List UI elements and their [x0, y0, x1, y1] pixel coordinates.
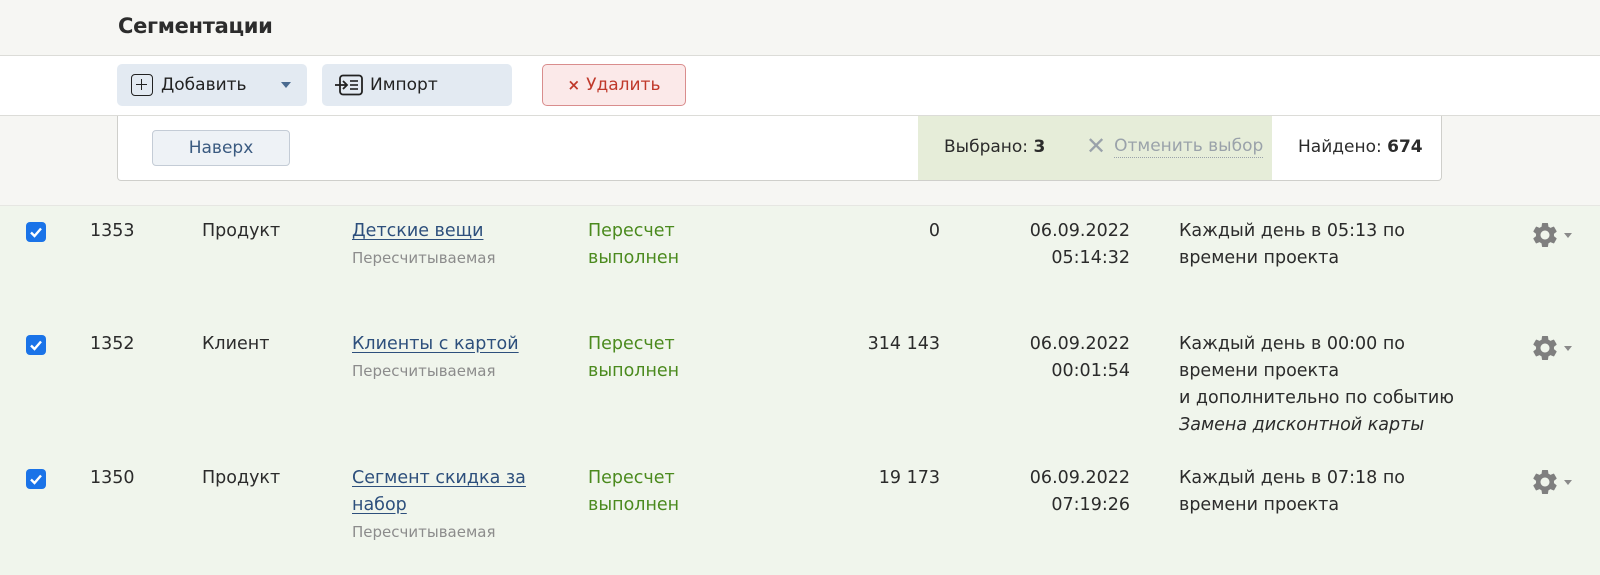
checkbox-checked-icon	[30, 227, 42, 238]
row-settings-button[interactable]	[1530, 218, 1574, 252]
row-settings-button[interactable]	[1530, 331, 1574, 365]
row-date: 06.09.2022	[1029, 221, 1130, 241]
scroll-top-button[interactable]: Наверх	[152, 130, 290, 166]
row-datetime: 06.09.2022 00:01:54	[1030, 331, 1130, 385]
selected-count: 3	[1033, 137, 1046, 157]
schedule-line: Каждый день в 05:13 по	[1179, 221, 1405, 241]
segment-link[interactable]: Сегмент скидка за набор	[352, 468, 526, 515]
row-time: 07:19:26	[1051, 495, 1130, 515]
row-count: 0	[928, 221, 940, 241]
row-name-cell: Детские вещи Пересчитываемая	[352, 218, 552, 271]
delete-button[interactable]: × Удалить	[542, 64, 686, 106]
row-checkbox[interactable]	[26, 222, 46, 242]
row-checkbox[interactable]	[26, 335, 46, 355]
selected-count-text: Выбрано: 3	[944, 137, 1045, 157]
add-dropdown-toggle[interactable]	[273, 64, 299, 106]
segment-kind: Пересчитываемая	[352, 523, 496, 541]
row-name-cell: Клиенты с картой Пересчитываемая	[352, 331, 552, 384]
selected-label: Выбрано:	[944, 137, 1029, 157]
segment-link[interactable]: Клиенты с картой	[352, 334, 519, 354]
found-label: Найдено:	[1298, 137, 1382, 157]
schedule-line: Каждый день в 07:18 по	[1179, 468, 1405, 488]
plus-box-icon	[131, 74, 153, 96]
found-count: 674	[1387, 137, 1423, 157]
gear-icon	[1533, 470, 1557, 494]
schedule-line: времени проекта	[1179, 495, 1340, 515]
add-button[interactable]: Добавить	[117, 64, 307, 106]
checkbox-checked-icon	[30, 340, 42, 351]
row-checkbox[interactable]	[26, 469, 46, 489]
selection-bar: Наверх Выбрано: 3 ✕ Отменить выбор Найде…	[117, 116, 1442, 181]
row-status: Пересчет выполнен	[588, 334, 680, 381]
found-count-text: Найдено: 674	[1298, 137, 1423, 157]
row-schedule: Каждый день в 05:13 по времени проекта	[1179, 218, 1479, 272]
row-status: Пересчет выполнен	[588, 221, 680, 268]
close-icon: ×	[567, 76, 581, 94]
page-header: Сегментации	[0, 0, 1600, 56]
chevron-down-icon	[1564, 345, 1572, 351]
chevron-down-icon	[1564, 479, 1572, 485]
chevron-down-icon	[1564, 232, 1572, 238]
row-schedule: Каждый день в 00:00 по времени проекта и…	[1179, 331, 1479, 439]
row-id: 1352	[90, 334, 135, 354]
row-datetime: 06.09.2022 07:19:26	[1030, 465, 1130, 519]
gear-icon	[1533, 223, 1557, 247]
schedule-line: времени проекта	[1179, 361, 1340, 381]
segments-table: 1353 Продукт Детские вещи Пересчитываема…	[0, 206, 1600, 575]
checkbox-checked-icon	[30, 474, 42, 485]
page-title: Сегментации	[118, 14, 273, 38]
close-icon: ✕	[1086, 132, 1107, 160]
segment-link[interactable]: Детские вещи	[352, 221, 483, 241]
row-name-cell: Сегмент скидка за набор Пересчитываемая	[352, 465, 542, 545]
row-time: 05:14:32	[1051, 248, 1130, 268]
row-count: 314 143	[867, 334, 940, 354]
schedule-line: времени проекта	[1179, 248, 1340, 268]
import-button-label: Импорт	[370, 75, 438, 95]
row-time: 00:01:54	[1051, 361, 1130, 381]
row-id: 1350	[90, 468, 135, 488]
import-icon	[335, 74, 363, 96]
row-count: 19 173	[878, 468, 940, 488]
schedule-line: Каждый день в 00:00 по	[1179, 334, 1405, 354]
add-button-label: Добавить	[161, 75, 247, 95]
row-type: Продукт	[202, 221, 281, 241]
row-settings-button[interactable]	[1530, 465, 1574, 499]
gear-icon	[1533, 336, 1557, 360]
selected-summary: Выбрано: 3 ✕ Отменить выбор	[918, 116, 1272, 180]
chevron-down-icon	[281, 82, 291, 88]
toolbar: Добавить Импорт × Удалить	[0, 56, 1600, 116]
row-datetime: 06.09.2022 05:14:32	[1030, 218, 1130, 272]
cancel-selection-button[interactable]: ✕ Отменить выбор	[1086, 132, 1264, 160]
segment-kind: Пересчитываемая	[352, 249, 496, 267]
delete-button-label: Удалить	[586, 75, 661, 95]
schedule-line: и дополнительно по событию	[1179, 388, 1455, 408]
row-status: Пересчет выполнен	[588, 468, 680, 515]
row-schedule: Каждый день в 07:18 по времени проекта	[1179, 465, 1479, 519]
row-id: 1353	[90, 221, 135, 241]
row-date: 06.09.2022	[1029, 468, 1130, 488]
schedule-event: Замена дисконтной карты	[1179, 415, 1425, 435]
row-type: Продукт	[202, 468, 281, 488]
row-type: Клиент	[202, 334, 270, 354]
segment-kind: Пересчитываемая	[352, 362, 496, 380]
cancel-selection-label: Отменить выбор	[1114, 135, 1264, 158]
row-date: 06.09.2022	[1029, 334, 1130, 354]
import-button[interactable]: Импорт	[322, 64, 512, 106]
